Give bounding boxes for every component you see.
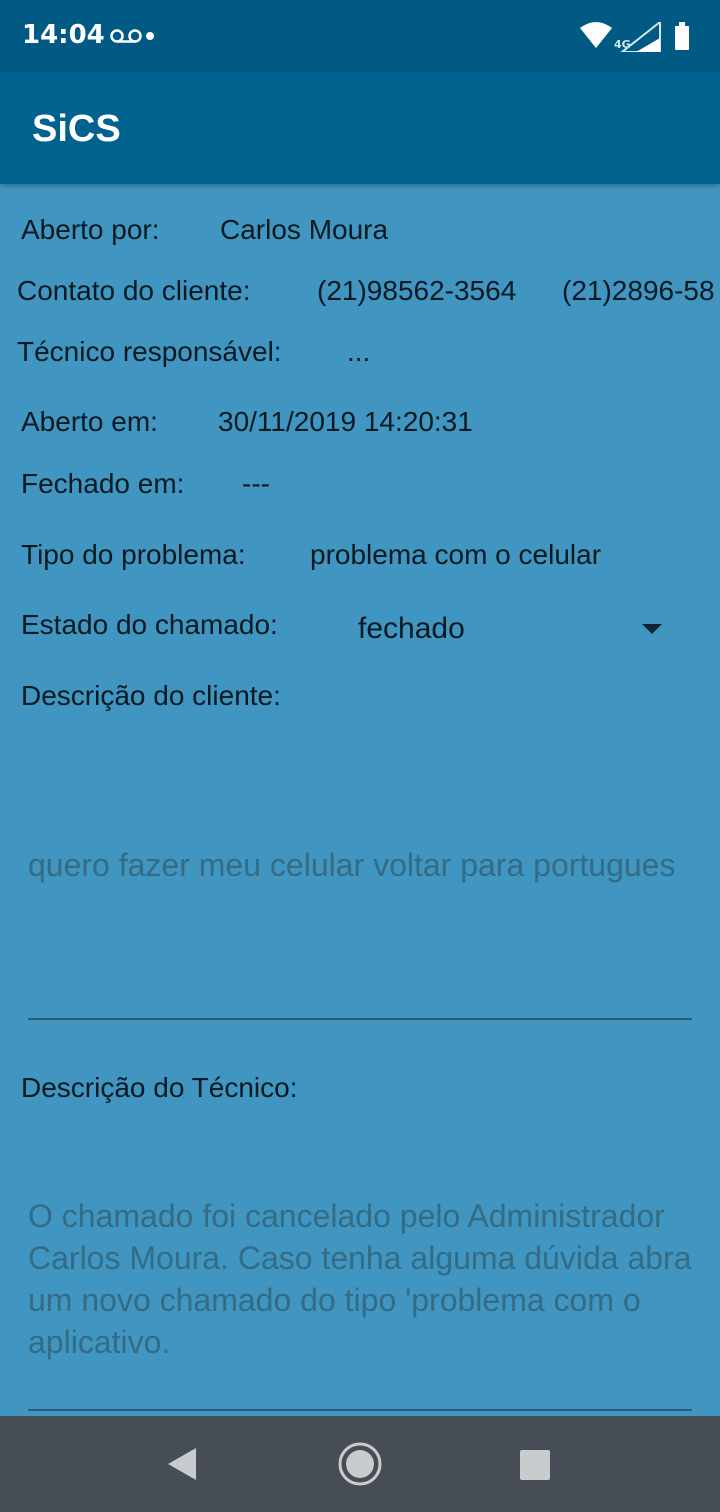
wifi-icon [580, 22, 612, 48]
app-bar: SiCS [0, 72, 720, 184]
client-description-underline [28, 1018, 692, 1020]
client-phone-2: (21)2896-58 [562, 275, 715, 306]
recents-icon[interactable] [520, 1450, 550, 1480]
navigation-bar [0, 1416, 720, 1512]
dropdown-arrow-icon[interactable] [642, 624, 662, 634]
home-icon[interactable] [336, 1440, 384, 1488]
opened-by-label: Aberto por: [21, 214, 160, 245]
client-description-label: Descrição do cliente: [21, 680, 281, 711]
status-bar: 14:04 4G [0, 0, 720, 72]
technician-label: Técnico responsável: [17, 336, 282, 367]
problem-type-label: Tipo do problema: [21, 539, 246, 570]
back-icon[interactable] [166, 1446, 198, 1482]
technician-value: ... [347, 336, 371, 367]
ticket-state-label: Estado do chamado: [21, 609, 278, 640]
closed-at-label: Fechado em: [21, 468, 185, 499]
client-phone-1: (21)98562-3564 [317, 275, 517, 306]
ticket-state-spinner[interactable]: fechado [350, 596, 680, 660]
technician-description-underline [28, 1409, 692, 1411]
ticket-state-selected: fechado [358, 612, 465, 645]
opened-at-label: Aberto em: [21, 406, 158, 437]
technician-description-field[interactable]: O chamado foi cancelado pelo Administrad… [28, 1195, 698, 1363]
opened-by-value: Carlos Moura [220, 214, 389, 245]
closed-at-value: --- [242, 468, 270, 499]
client-description-field[interactable]: quero fazer meu celular voltar para port… [28, 844, 698, 886]
client-contact-label: Contato do cliente: [17, 275, 251, 306]
ticket-details: Aberto por: Carlos Moura Contato do clie… [0, 184, 720, 1416]
app-title: SiCS [32, 108, 121, 150]
notification-dot-icon [146, 32, 154, 40]
battery-icon [675, 22, 689, 50]
voicemail-icon [110, 29, 142, 43]
technician-description-label: Descrição do Técnico: [21, 1072, 298, 1103]
problem-type-value: problema com o celular [310, 539, 602, 570]
opened-at-value: 30/11/2019 14:20:31 [218, 406, 473, 437]
status-time: 14:04 [22, 20, 105, 50]
network-type: 4G [614, 38, 631, 51]
